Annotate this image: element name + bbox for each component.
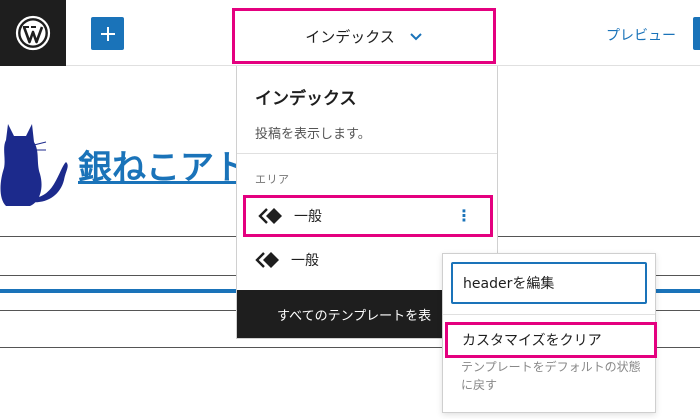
area-options-menu: headerを編集 カスタマイズをクリア テンプレートをデフォルトの状態に戻す — [442, 253, 657, 413]
template-area-item[interactable]: 一般 ⋮ — [243, 195, 493, 237]
site-editor: インデックス プレビュー 銀ねこアト インデックス 投稿を表示します。 エリア — [0, 0, 700, 419]
document-title-dropdown[interactable]: インデックス — [232, 8, 496, 64]
template-part-icon — [255, 251, 281, 269]
edit-header-menu-item[interactable]: headerを編集 — [451, 262, 647, 304]
document-title: インデックス — [305, 27, 395, 46]
area-label: 一般 — [294, 209, 322, 225]
template-part-icon — [258, 207, 284, 225]
wordpress-icon[interactable] — [0, 0, 66, 66]
clear-customizations-help: テンプレートをデフォルトの状態に戻す — [461, 360, 641, 392]
site-title[interactable]: 銀ねこアト — [78, 140, 238, 189]
plus-icon — [100, 26, 115, 41]
menu-divider — [443, 314, 655, 315]
template-info: インデックス 投稿を表示します。 — [237, 66, 497, 154]
template-title: インデックス — [255, 89, 357, 109]
cat-logo-icon — [0, 118, 70, 214]
preview-button[interactable]: プレビュー — [606, 25, 676, 45]
save-button[interactable] — [693, 17, 700, 50]
chevron-down-icon — [410, 33, 422, 41]
more-vertical-icon[interactable]: ⋮ — [456, 206, 472, 225]
clear-customizations-menu-item[interactable]: カスタマイズをクリア — [445, 322, 657, 358]
template-description: 投稿を表示します。 — [255, 127, 371, 142]
area-label: 一般 — [291, 253, 319, 269]
add-block-button[interactable] — [91, 17, 124, 50]
area-heading: エリア — [255, 173, 290, 186]
editor-header: インデックス プレビュー — [0, 0, 700, 66]
